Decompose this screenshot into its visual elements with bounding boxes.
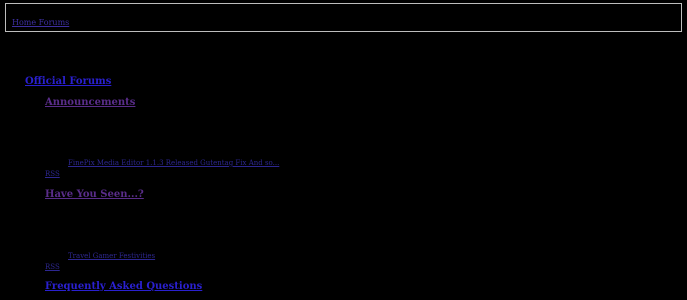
forum-link-faq[interactable]: Frequently Asked Questions: [45, 281, 202, 292]
forum-link-have-you-seen[interactable]: Have You Seen...?: [45, 189, 144, 200]
forum-link-announcements[interactable]: Announcements: [45, 97, 135, 108]
last-post-link-announcements[interactable]: FinePix Media Editor 1.1.3 Released Gute…: [68, 159, 279, 167]
last-post-link-have-you-seen[interactable]: Travel Gamer Festivities: [68, 252, 155, 260]
category-title-link[interactable]: Official Forums: [25, 76, 111, 87]
rss-link-announcements[interactable]: RSS: [45, 170, 60, 178]
breadcrumb-home-link[interactable]: Home Forums: [12, 18, 69, 27]
rss-link-have-you-seen[interactable]: RSS: [45, 263, 60, 271]
breadcrumb-bar: Home Forums: [5, 3, 682, 32]
